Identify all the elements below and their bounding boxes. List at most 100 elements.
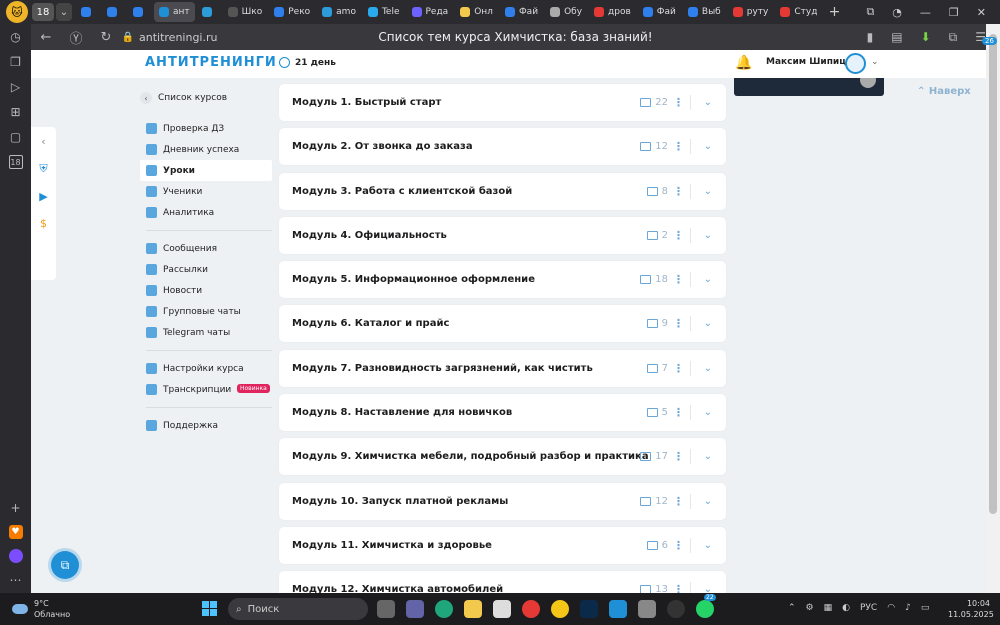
add-icon[interactable]: + — [9, 501, 23, 515]
tabs-overview-icon[interactable]: ⧉ — [866, 5, 874, 19]
explorer-icon[interactable] — [464, 600, 482, 618]
bookmarks-icon[interactable]: ▢ — [9, 130, 23, 144]
nav-item[interactable]: Транскрипции Новинка — [140, 379, 272, 400]
volume-icon[interactable]: ♪ — [905, 603, 911, 613]
nav-item[interactable]: Telegram чаты — [140, 322, 272, 343]
module-row[interactable]: Модуль 12. Химчистка автомобилей 13 ⋮ ⌄ — [279, 571, 726, 593]
sidebar-toggle-icon[interactable]: ▤ — [891, 30, 902, 45]
browser-tab[interactable]: руту — [728, 2, 774, 22]
promo-banner[interactable] — [734, 78, 884, 96]
steam-icon[interactable] — [667, 600, 685, 618]
module-row[interactable]: Модуль 10. Запуск платной рекламы 12 ⋮ ⌄ — [279, 482, 726, 520]
browser-tab[interactable] — [76, 2, 100, 22]
module-row[interactable]: Модуль 8. Наставление для новичков 5 ⋮ ⌄ — [279, 394, 726, 432]
more-options-icon[interactable]: ⋮ — [673, 495, 684, 508]
more-options-icon[interactable]: ⋮ — [673, 583, 684, 593]
browser-tab[interactable]: Студ — [775, 2, 822, 22]
browser-tab[interactable] — [102, 2, 126, 22]
nav-item[interactable]: Проверка ДЗ — [140, 118, 272, 139]
language-indicator[interactable]: РУС — [860, 603, 877, 613]
windows-start-icon[interactable] — [202, 601, 217, 616]
alice-icon[interactable] — [8, 549, 23, 563]
heart-app-icon[interactable]: ♥ — [8, 525, 23, 539]
new-tab-button[interactable]: + — [826, 4, 842, 20]
module-title[interactable]: Модуль 1. Быстрый старт — [292, 97, 441, 108]
sidebar-counter[interactable]: 18 — [8, 155, 23, 169]
course-icon[interactable]: ⛨ — [39, 162, 47, 176]
module-row[interactable]: Модуль 11. Химчистка и здоровье 6 ⋮ ⌄ — [279, 526, 726, 564]
chevron-down-icon[interactable]: ⌄ — [704, 186, 712, 197]
tab-counter[interactable]: 18 — [32, 3, 54, 21]
yandex-browser-icon[interactable] — [551, 600, 569, 618]
wifi-icon[interactable]: ◠ — [887, 603, 895, 613]
more-options-icon[interactable]: ⋮ — [673, 362, 684, 375]
browser-tab[interactable]: Обу — [545, 2, 587, 22]
module-title[interactable]: Модуль 11. Химчистка и здоровье — [292, 540, 492, 551]
back-arrow-icon[interactable]: ← — [31, 30, 61, 45]
chevron-down-icon[interactable]: ⌄ — [704, 274, 712, 285]
chevron-down-icon[interactable]: ⌄ — [704, 451, 712, 462]
chevron-down-icon[interactable]: ⌄ — [704, 363, 712, 374]
weather-widget[interactable]: 9°C Облачно — [12, 598, 70, 620]
yandex-icon[interactable]: Ⓨ — [61, 28, 91, 47]
module-row[interactable]: Модуль 7. Разновидность загрязнений, как… — [279, 349, 726, 387]
more-options-icon[interactable]: ⋮ — [673, 317, 684, 330]
edge-icon[interactable] — [435, 600, 453, 618]
browser-tab[interactable]: Фай — [500, 2, 543, 22]
maximize-icon[interactable]: ❐ — [949, 6, 959, 19]
chevron-down-icon[interactable]: ⌄ — [871, 57, 879, 67]
calculator-icon[interactable] — [638, 600, 656, 618]
tray-app-icon[interactable]: ◐ — [842, 603, 850, 613]
module-title[interactable]: Модуль 2. От звонка до заказа — [292, 141, 473, 152]
more-options-icon[interactable]: ⋮ — [673, 539, 684, 552]
browser-tab[interactable]: ант — [154, 2, 195, 22]
reload-icon[interactable]: ↻ — [91, 30, 121, 45]
module-row[interactable]: Модуль 3. Работа с клиентской базой 8 ⋮ ⌄ — [279, 172, 726, 210]
nav-item[interactable]: Настройки курса — [140, 358, 272, 379]
more-options-icon[interactable]: ⋮ — [673, 185, 684, 198]
tabs-dropdown-icon[interactable]: ⌄ — [56, 3, 72, 21]
download-icon[interactable]: ⬇ — [921, 30, 931, 45]
more-options-icon[interactable]: ⋮ — [673, 273, 684, 286]
teams-icon[interactable] — [406, 600, 424, 618]
bell-icon[interactable]: 🔔 — [735, 55, 752, 71]
chevron-down-icon[interactable]: ⌄ — [704, 584, 712, 593]
module-title[interactable]: Модуль 8. Наставление для новичков — [292, 407, 512, 418]
avatar[interactable] — [845, 53, 866, 74]
more-icon[interactable]: ⋯ — [9, 573, 23, 587]
chevron-down-icon[interactable]: ⌄ — [704, 97, 712, 108]
more-options-icon[interactable]: ⋮ — [673, 450, 684, 463]
nav-item[interactable]: Аналитика — [140, 202, 272, 223]
nav-item[interactable]: Уроки — [140, 160, 272, 181]
url-field[interactable]: antitreningi.ru — [139, 31, 259, 44]
module-row[interactable]: Модуль 9. Химчистка мебели, подробный ра… — [279, 438, 726, 476]
nav-item[interactable]: Поддержка — [140, 415, 272, 436]
more-options-icon[interactable]: ⋮ — [673, 229, 684, 242]
photoshop-icon[interactable] — [580, 600, 598, 618]
extensions-icon[interactable]: ⧉ — [949, 30, 958, 45]
chevron-down-icon[interactable]: ⌄ — [704, 318, 712, 329]
more-options-icon[interactable]: ⋮ — [673, 406, 684, 419]
browser-tab[interactable]: Tele — [363, 2, 405, 22]
notes-icon[interactable] — [609, 600, 627, 618]
taskbar-clock[interactable]: 10:04 11.05.2025 — [948, 598, 994, 620]
task-view-icon[interactable] — [377, 600, 395, 618]
browser-tab[interactable]: Онл — [455, 2, 498, 22]
nav-item[interactable]: Ученики — [140, 181, 272, 202]
module-title[interactable]: Модуль 9. Химчистка мебели, подробный ра… — [292, 451, 649, 462]
browser-logo-icon[interactable]: 🐱 — [6, 1, 28, 23]
taskbar-search[interactable]: ⌕ Поиск — [228, 598, 368, 620]
close-icon[interactable]: ✕ — [977, 6, 986, 19]
nav-item[interactable]: Сообщения — [140, 238, 272, 259]
profile-icon[interactable]: ◔ — [892, 6, 902, 19]
module-title[interactable]: Модуль 12. Химчистка автомобилей — [292, 584, 503, 593]
yandex-app-icon[interactable] — [522, 600, 540, 618]
downloads-icon[interactable]: ⊞ — [9, 105, 23, 119]
scrollbar[interactable]: 26 — [982, 24, 1000, 593]
browser-tab[interactable]: Фай — [638, 2, 681, 22]
nav-item[interactable]: Групповые чаты — [140, 301, 272, 322]
tray-expand-icon[interactable]: ⌃ — [788, 603, 796, 613]
module-row[interactable]: Модуль 2. От звонка до заказа 12 ⋮ ⌄ — [279, 128, 726, 166]
chat-fab-button[interactable]: ⧉ — [51, 551, 79, 579]
browser-tab[interactable]: amo — [317, 2, 361, 22]
